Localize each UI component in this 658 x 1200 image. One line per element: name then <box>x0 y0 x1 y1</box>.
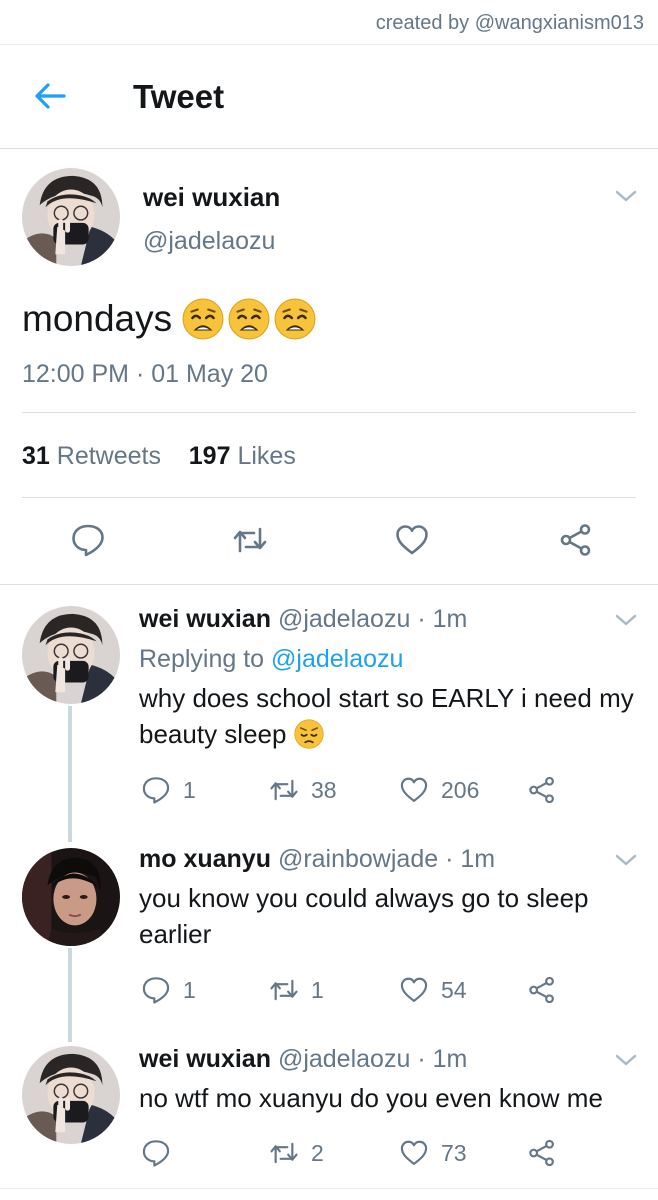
chevron-down-icon[interactable] <box>614 1052 638 1068</box>
author-handle[interactable]: @jadelaozu <box>278 605 410 633</box>
retweet-count: 38 <box>311 776 337 803</box>
reply-header: wei wuxian @jadelaozu · 1m <box>139 605 467 634</box>
divider <box>0 584 658 585</box>
reply-icon[interactable] <box>141 975 171 1005</box>
retweet-icon[interactable] <box>269 775 299 805</box>
share-icon[interactable] <box>558 522 594 558</box>
reply-time: · 1m <box>445 845 496 873</box>
likes-label[interactable]: Likes <box>237 442 295 470</box>
retweet-count: 1 <box>311 976 324 1003</box>
share-action[interactable] <box>527 975 557 1005</box>
avatar[interactable] <box>22 848 120 946</box>
like-icon[interactable] <box>399 775 429 805</box>
weary-face-emoji-icon <box>182 298 224 340</box>
back-button[interactable] <box>30 76 70 116</box>
retweets-count[interactable]: 31 <box>22 442 50 470</box>
reply-time: · 1m <box>417 1045 468 1073</box>
like-icon[interactable] <box>399 975 429 1005</box>
reply-icon[interactable] <box>70 522 106 558</box>
retweet-icon[interactable] <box>269 975 299 1005</box>
reply-action[interactable]: 1 <box>141 775 196 805</box>
author-name[interactable]: wei wuxian <box>139 605 271 633</box>
replying-to: Replying to @jadelaozu <box>139 645 403 674</box>
pensive-face-emoji-icon <box>294 719 324 749</box>
tweet-text: mondays <box>22 298 316 340</box>
back-arrow-icon <box>35 83 66 109</box>
like-icon[interactable] <box>394 522 430 558</box>
tweet-timestamp: 12:00 PM · 01 May 20 <box>22 360 268 388</box>
reply-text: why does school start so EARLY i need my… <box>139 680 639 752</box>
avatar[interactable] <box>22 1046 120 1144</box>
reply-count: 1 <box>183 776 196 803</box>
retweet-icon[interactable] <box>269 1138 299 1168</box>
share-action[interactable] <box>527 1138 557 1168</box>
replying-to-link[interactable]: @jadelaozu <box>271 645 403 673</box>
author-handle[interactable]: @jadelaozu <box>143 227 275 256</box>
reply-body: why does school start so EARLY i need my… <box>139 683 634 749</box>
reply-action-bar: 1 1 54 <box>139 975 599 1005</box>
author-handle[interactable]: @rainbowjade <box>278 845 438 873</box>
retweet-action[interactable]: 38 <box>269 775 337 805</box>
like-count: 73 <box>441 1139 467 1166</box>
thread-line <box>68 706 72 842</box>
chevron-down-icon[interactable] <box>614 852 638 868</box>
header-divider <box>0 148 658 149</box>
reply-icon[interactable] <box>141 775 171 805</box>
retweet-action[interactable]: 1 <box>269 975 324 1005</box>
share-icon[interactable] <box>527 775 557 805</box>
reply-text: you know you could always go to sleep ea… <box>139 883 589 949</box>
like-icon[interactable] <box>399 1138 429 1168</box>
like-action[interactable]: 73 <box>399 1138 467 1168</box>
thread-line <box>68 948 72 1042</box>
author-name[interactable]: wei wuxian <box>143 182 280 213</box>
share-icon[interactable] <box>527 975 557 1005</box>
reply-count: 1 <box>183 976 196 1003</box>
top-app-bar: Tweet <box>0 44 658 148</box>
reply-action[interactable] <box>141 1138 183 1168</box>
reply-action[interactable]: 1 <box>141 975 196 1005</box>
chevron-down-icon[interactable] <box>614 612 638 628</box>
avatar[interactable] <box>22 606 120 704</box>
tweet-body: mondays <box>22 298 173 339</box>
share-icon[interactable] <box>527 1138 557 1168</box>
bottom-divider <box>0 1188 658 1189</box>
author-name[interactable]: wei wuxian <box>139 1045 271 1073</box>
share-action[interactable] <box>527 775 557 805</box>
tweet-stats: 31 Retweets 197 Likes <box>22 442 296 471</box>
creator-credit: created by @wangxianism013 <box>375 12 644 34</box>
retweets-label[interactable]: Retweets <box>57 442 161 470</box>
page-title: Tweet <box>133 78 225 115</box>
retweet-action[interactable]: 2 <box>269 1138 324 1168</box>
weary-face-emoji-icon <box>274 298 316 340</box>
weary-face-emoji-icon <box>228 298 270 340</box>
author-name[interactable]: mo xuanyu <box>139 845 271 873</box>
reply-icon[interactable] <box>141 1138 171 1168</box>
like-count: 206 <box>441 776 480 803</box>
author-handle[interactable]: @jadelaozu <box>278 1045 410 1073</box>
reply-action-bar: 1 38 206 <box>139 775 599 805</box>
avatar[interactable] <box>22 168 120 266</box>
divider <box>22 412 636 413</box>
reply-time: · 1m <box>417 605 468 633</box>
reply-header: wei wuxian @jadelaozu · 1m <box>139 1045 467 1074</box>
like-action[interactable]: 54 <box>399 975 467 1005</box>
replying-label: Replying to <box>139 645 265 673</box>
like-action[interactable]: 206 <box>399 775 479 805</box>
retweet-icon[interactable] <box>232 522 268 558</box>
like-count: 54 <box>441 976 467 1003</box>
divider <box>22 497 636 498</box>
reply-header: mo xuanyu @rainbowjade · 1m <box>139 845 495 874</box>
likes-count[interactable]: 197 <box>189 442 231 470</box>
retweet-count: 2 <box>311 1139 324 1166</box>
reply-action-bar: 2 73 <box>139 1138 599 1168</box>
reply-text: no wtf mo xuanyu do you even know me <box>139 1083 603 1113</box>
chevron-down-icon[interactable] <box>614 188 638 204</box>
